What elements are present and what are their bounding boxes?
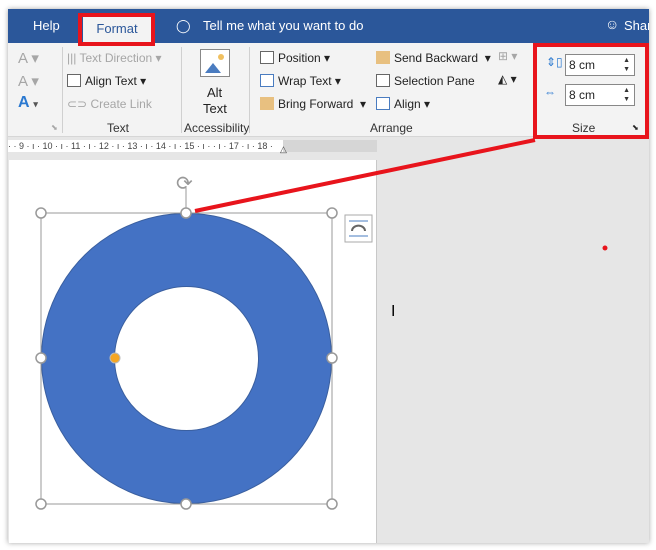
text-cursor-icon: I	[391, 303, 395, 320]
resize-handle-s[interactable]	[180, 498, 192, 510]
layout-options-icon[interactable]	[344, 214, 373, 243]
format-tab-highlight	[78, 13, 155, 46]
adjust-handle[interactable]	[109, 352, 121, 364]
red-dot	[602, 245, 608, 251]
resize-handle-sw[interactable]	[35, 498, 47, 510]
donut-shape[interactable]	[41, 213, 332, 504]
resize-handle-w[interactable]	[35, 352, 47, 364]
resize-handle-e[interactable]	[326, 352, 338, 364]
resize-handle-nw[interactable]	[35, 207, 47, 219]
resize-handle-n[interactable]	[180, 207, 192, 219]
annotation-arrow-line	[194, 138, 536, 213]
size-group-highlight	[533, 43, 649, 139]
rotate-handle-icon[interactable]: ⟳	[176, 173, 193, 195]
resize-handle-se[interactable]	[326, 498, 338, 510]
resize-handle-ne[interactable]	[326, 207, 338, 219]
